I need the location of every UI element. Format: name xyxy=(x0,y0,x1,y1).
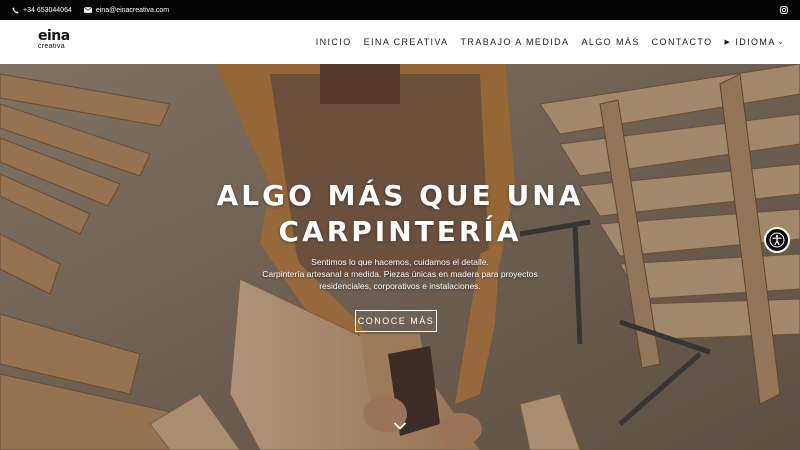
phone-contact[interactable]: +34 653044064 xyxy=(12,7,72,14)
top-bar: +34 653044064 eina@einacreativa.com xyxy=(0,0,800,20)
conoce-mas-button[interactable]: CONOCE MÁS xyxy=(355,310,437,332)
nav-item-algo-mas[interactable]: ALGO MÁS xyxy=(581,37,639,47)
main-nav: INICIO EINA CREATIVA TRABAJO A MEDIDA AL… xyxy=(304,20,785,64)
nav-item-inicio[interactable]: INICIO xyxy=(316,37,352,47)
accessibility-icon xyxy=(769,232,785,248)
chevron-down-icon: ⌄ xyxy=(777,39,785,46)
instagram-icon[interactable] xyxy=(780,6,788,14)
nav-item-trabajo-a-medida[interactable]: TRABAJO A MEDIDA xyxy=(461,37,570,47)
play-icon: ▶ xyxy=(724,39,732,46)
email-contact[interactable]: eina@einacreativa.com xyxy=(83,7,169,14)
logo-wordmark: eina xyxy=(38,28,70,44)
phone-icon xyxy=(12,6,19,14)
hero-subtitle: Sentimos lo que hacemos, cuidamos el det… xyxy=(250,256,550,292)
language-selector[interactable]: ▶ IDIOMA ⌄ xyxy=(725,37,785,47)
nav-item-contacto[interactable]: CONTACTO xyxy=(652,37,713,47)
hero-section: ALGO MÁS QUE UNA CARPINTERÍA Sentimos lo… xyxy=(0,64,800,450)
logo[interactable]: eina creativa xyxy=(38,28,70,56)
hero-title-line-2: CARPINTERÍA xyxy=(278,215,522,248)
email-address[interactable]: eina@einacreativa.com xyxy=(96,7,169,14)
accessibility-button[interactable] xyxy=(764,227,790,253)
language-label: IDIOMA xyxy=(735,37,776,47)
site-header: eina creativa INICIO EINA CREATIVA TRABA… xyxy=(0,20,800,64)
hero-title-line-1: ALGO MÁS QUE UNA xyxy=(216,179,584,212)
logo-subtext: creativa xyxy=(38,43,65,50)
hero-title: ALGO MÁS QUE UNA CARPINTERÍA xyxy=(0,178,800,250)
hero-subtitle-line-2: Carpintería artesanal a medida. Piezas ú… xyxy=(262,269,538,279)
nav-item-eina-creativa[interactable]: EINA CREATIVA xyxy=(364,37,449,47)
hero-subtitle-line-3: residenciales, corporativos e instalacio… xyxy=(319,281,481,291)
chevron-down-icon[interactable] xyxy=(393,421,407,431)
mail-icon xyxy=(83,7,92,13)
phone-number[interactable]: +34 653044064 xyxy=(23,7,72,14)
hero-subtitle-line-1: Sentimos lo que hacemos, cuidamos el det… xyxy=(311,257,489,267)
